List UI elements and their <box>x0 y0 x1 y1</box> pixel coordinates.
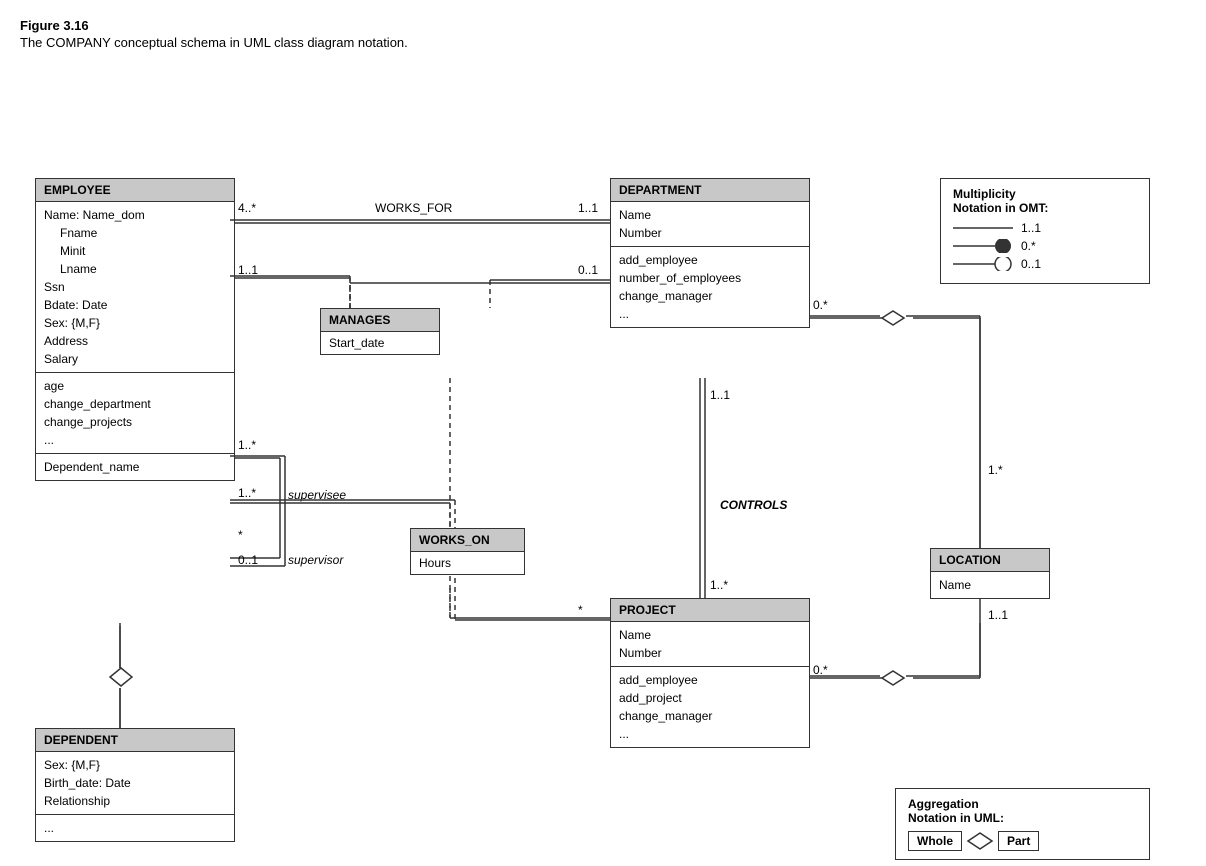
department-methods: add_employee number_of_employees change_… <box>611 247 809 327</box>
project-attributes: Name Number <box>611 622 809 667</box>
notation-row-2: 0.* <box>953 239 1137 253</box>
mult-works-on-emp: 1..* <box>238 486 256 500</box>
dependent-attributes: Sex: {M,F} Birth_date: Date Relationship <box>36 752 234 815</box>
figure-title: Figure 3.16 <box>20 18 1186 33</box>
mult-works-for-dept: 1..1 <box>578 201 598 215</box>
mult-supervisor-val: 0..1 <box>238 553 258 567</box>
mult-supervises-top: 1..* <box>238 438 256 452</box>
multiplicity-notation-box: Multiplicity Notation in OMT: 1..1 0.* 0… <box>940 178 1150 284</box>
location-attributes: Name <box>931 572 1049 598</box>
notation-row-3: 0..1 <box>953 257 1137 271</box>
project-header: PROJECT <box>611 599 809 622</box>
manages-body: Start_date <box>321 332 439 354</box>
manages-header: MANAGES <box>321 309 439 332</box>
figure-caption: The COMPANY conceptual schema in UML cla… <box>20 35 1186 50</box>
controls-label: CONTROLS <box>720 498 787 512</box>
aggregation-title: Aggregation Notation in UML: <box>908 797 1137 825</box>
employee-methods: age change_department change_projects ..… <box>36 373 234 454</box>
dept-location-diamond <box>880 309 906 327</box>
mult-controls-proj: 1..* <box>710 578 728 592</box>
department-header: DEPARTMENT <box>611 179 809 202</box>
mult-location-bot: 1..1 <box>988 608 1008 622</box>
location-header: LOCATION <box>931 549 1049 572</box>
mult-works-on-proj: * <box>578 603 583 617</box>
employee-class: EMPLOYEE Name: Name_dom Fname Minit Lnam… <box>35 178 235 481</box>
aggregation-part: Part <box>998 831 1039 851</box>
role-supervisee: supervisee <box>288 488 346 502</box>
dependent-header: DEPENDENT <box>36 729 234 752</box>
dependent-ellipsis: ... <box>36 815 234 841</box>
works-on-header: WORKS_ON <box>411 529 524 552</box>
proj-location-diamond <box>880 669 906 687</box>
project-class: PROJECT Name Number add_employee add_pro… <box>610 598 810 748</box>
department-attributes: Name Number <box>611 202 809 247</box>
employee-dependent-name: Dependent_name <box>36 454 234 480</box>
diagram-area: EMPLOYEE Name: Name_dom Fname Minit Lnam… <box>20 68 1180 848</box>
role-supervisor: supervisor <box>288 553 343 567</box>
aggregation-row: Whole Part <box>908 831 1137 851</box>
mult-proj-location: 0.* <box>813 663 828 677</box>
dependent-diamond <box>108 666 134 688</box>
mult-manages-emp: 1..1 <box>238 263 258 277</box>
works-on-body: Hours <box>411 552 524 574</box>
location-class: LOCATION Name <box>930 548 1050 599</box>
mult-manages-dept: 0..1 <box>578 263 598 277</box>
works-on-box: WORKS_ON Hours <box>410 528 525 575</box>
works-for-label: WORKS_FOR <box>375 201 452 215</box>
department-class: DEPARTMENT Name Number add_employee numb… <box>610 178 810 328</box>
mult-dept-location: 0.* <box>813 298 828 312</box>
mult-controls-dept: 1..1 <box>710 388 730 402</box>
manages-box: MANAGES Start_date <box>320 308 440 355</box>
aggregation-whole: Whole <box>908 831 962 851</box>
mult-location-top: 1.* <box>988 463 1003 477</box>
project-methods: add_employee add_project change_manager … <box>611 667 809 747</box>
mult-works-for-emp: 4..* <box>238 201 256 215</box>
employee-attributes: Name: Name_dom Fname Minit Lname Ssn Bda… <box>36 202 234 373</box>
dependent-class: DEPENDENT Sex: {M,F} Birth_date: Date Re… <box>35 728 235 842</box>
mult-supervises-bot: * <box>238 528 243 542</box>
notation-title: Multiplicity Notation in OMT: <box>953 187 1137 215</box>
employee-header: EMPLOYEE <box>36 179 234 202</box>
aggregation-notation-box: Aggregation Notation in UML: Whole Part <box>895 788 1150 860</box>
notation-row-1: 1..1 <box>953 221 1137 235</box>
